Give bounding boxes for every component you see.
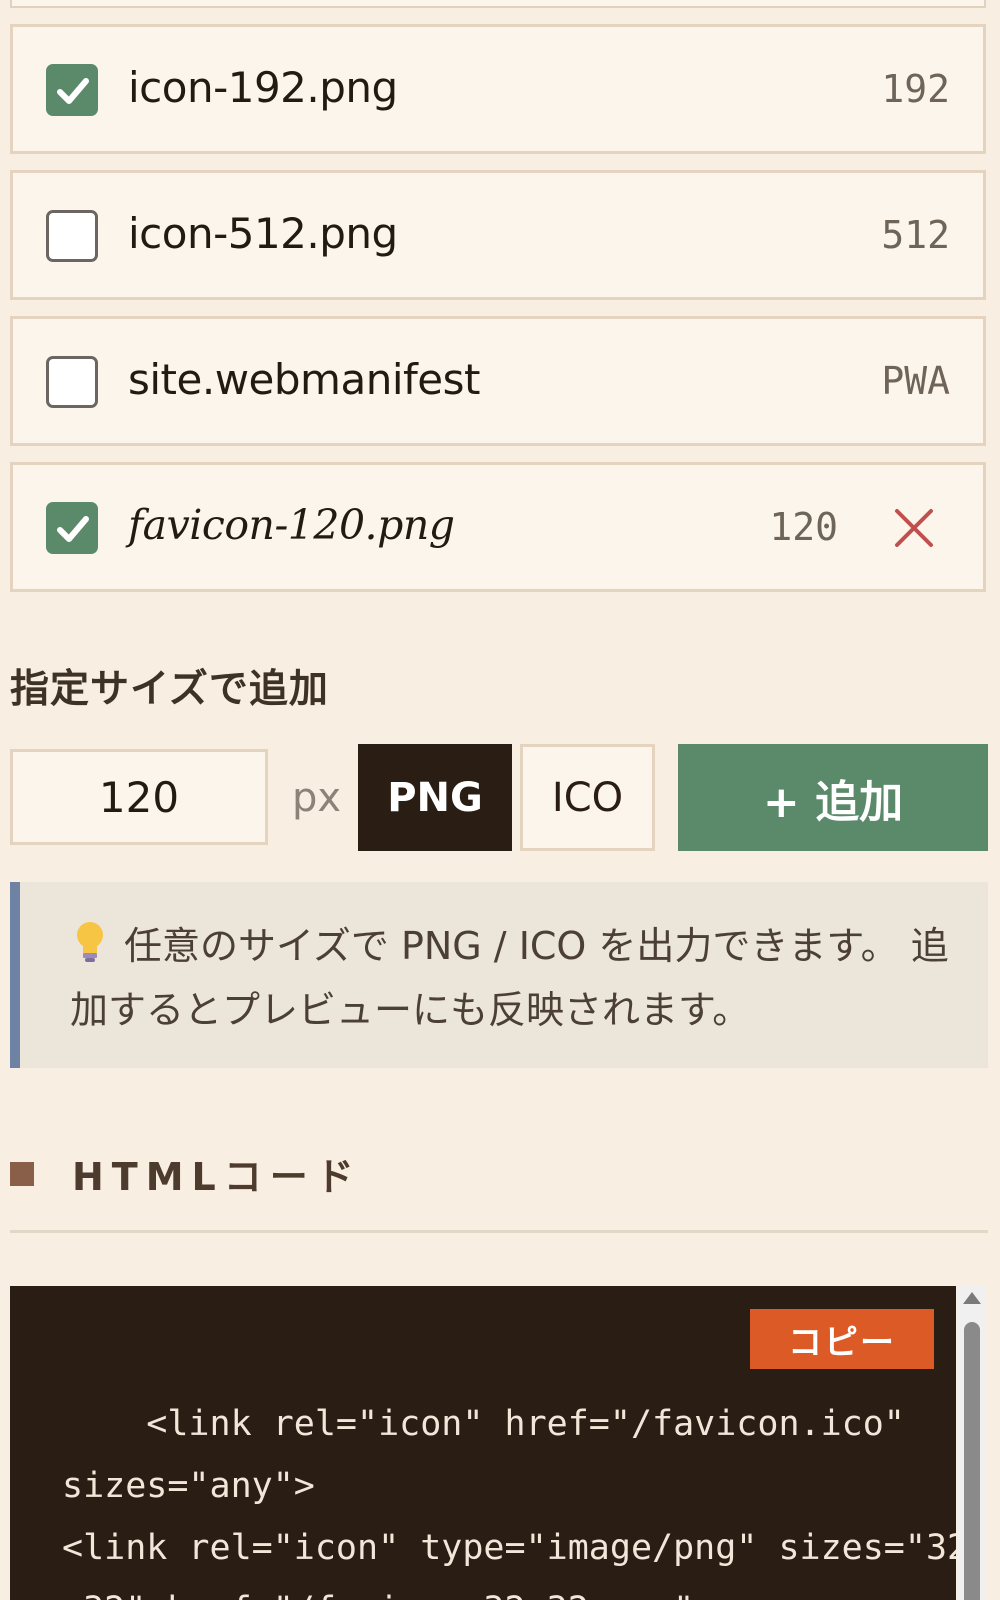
copy-button[interactable]: コピー (750, 1309, 934, 1369)
code-section-heading: HTMLコード (10, 1146, 362, 1201)
file-row-webmanifest[interactable]: site.webmanifest PWA (10, 316, 986, 446)
file-row-icon-512[interactable]: icon-512.png 512 (10, 170, 986, 300)
divider (10, 1230, 988, 1233)
file-size: 192 (881, 67, 950, 111)
file-name: site.webmanifest (128, 355, 480, 404)
remove-button[interactable] (889, 503, 939, 553)
previous-row-edge (10, 0, 986, 8)
scroll-up-arrow-icon[interactable] (963, 1292, 981, 1304)
lightbulb-icon (70, 919, 110, 965)
checkbox-unchecked[interactable] (46, 356, 98, 408)
file-row-icon-192[interactable]: icon-192.png 192 (10, 24, 986, 154)
file-row-favicon-120[interactable]: favicon-120.png 120 (10, 462, 986, 592)
checkmark-icon (57, 516, 89, 542)
info-message: 任意のサイズで PNG / ICO を出力できます。 追加するとプレビューにも反… (70, 914, 950, 1042)
checkbox-unchecked[interactable] (46, 210, 98, 262)
close-icon (895, 509, 933, 547)
add-button[interactable]: + 追加 (678, 744, 988, 851)
code-line: <link rel="icon" type="image/png" sizes=… (62, 1528, 956, 1568)
format-ico-button[interactable]: ICO (520, 744, 655, 851)
code-line: x32" href="/favicon-32x32.png"> (62, 1590, 715, 1600)
file-name: icon-512.png (128, 209, 398, 258)
file-size: 120 (769, 505, 838, 549)
file-size: 512 (881, 213, 950, 257)
info-box: 任意のサイズで PNG / ICO を出力できます。 追加するとプレビューにも反… (10, 882, 988, 1068)
code-block[interactable]: コピー <link rel="icon" href="/favicon.ico"… (10, 1286, 956, 1600)
checkbox-checked[interactable] (46, 502, 98, 554)
code-scrollbar[interactable] (958, 1286, 986, 1600)
heading-marker (10, 1161, 34, 1186)
add-size-label: 指定サイズで追加 (10, 667, 329, 712)
heading-text: HTMLコード (72, 1155, 362, 1199)
format-png-button[interactable]: PNG (358, 744, 512, 851)
checkmark-icon (57, 78, 89, 104)
unit-label: px (292, 775, 342, 821)
checkbox-checked[interactable] (46, 64, 98, 116)
file-name: icon-192.png (128, 63, 398, 112)
info-text: 任意のサイズで PNG / ICO を出力できます。 追加するとプレビューにも反… (70, 924, 949, 1032)
code-line: <link rel="icon" href="/favicon.ico" (62, 1404, 905, 1444)
code-line: sizes="any"> (62, 1466, 315, 1506)
file-size: PWA (881, 359, 950, 403)
size-input[interactable] (10, 749, 268, 845)
file-name: favicon-120.png (128, 501, 455, 549)
scroll-thumb[interactable] (964, 1322, 980, 1600)
